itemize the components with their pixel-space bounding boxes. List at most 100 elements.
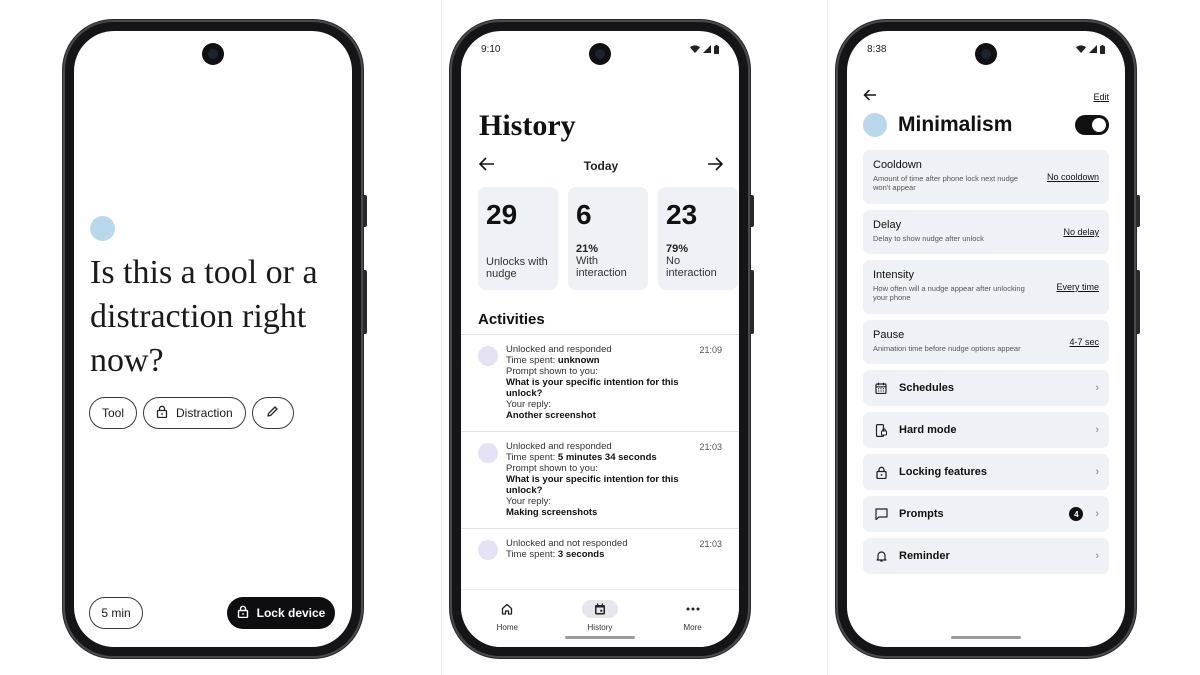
stat-value: 23 <box>666 199 698 230</box>
chat-icon <box>873 508 889 520</box>
setting-value[interactable]: No cooldown <box>1047 172 1099 182</box>
more-dots-icon <box>675 600 711 618</box>
activity-time-spent: Time spent: 3 seconds <box>506 549 723 560</box>
mode-header: Minimalism <box>863 112 1109 138</box>
nav-history[interactable]: History <box>565 600 635 647</box>
setting-intensity[interactable]: Intensity How often will a nudge appear … <box>863 260 1109 314</box>
nudge-question: Is this a tool or a distraction right no… <box>90 254 318 379</box>
stat-value: 6 <box>576 199 592 230</box>
time-spent-label: Time spent: <box>506 452 558 463</box>
setting-pause[interactable]: Pause Animation time before nudge option… <box>863 320 1109 364</box>
arrow-left-icon[interactable] <box>478 156 495 176</box>
menu-label: Reminder <box>899 550 950 562</box>
count-badge: 4 <box>1069 507 1084 521</box>
reply-label: Your reply: <box>506 496 552 507</box>
activity-status: Unlocked and responded <box>506 344 612 355</box>
menu-schedules[interactable]: Schedules › <box>863 370 1109 406</box>
front-camera <box>589 43 611 65</box>
time-spent-value: unknown <box>557 355 600 366</box>
menu-label: Hard mode <box>899 424 957 436</box>
menu-label: Locking features <box>899 466 988 478</box>
wifi-icon <box>1076 45 1086 53</box>
tool-chip[interactable]: Tool <box>89 397 138 429</box>
time-spent-label: Time spent: <box>506 355 558 366</box>
setting-delay[interactable]: Delay Delay to show nudge after unlock N… <box>863 210 1109 254</box>
setting-name: Cooldown <box>873 159 922 171</box>
phone-nudge-screen: Is this a tool or a distraction right no… <box>63 20 367 658</box>
activity-time: 21:03 <box>699 442 722 452</box>
lock-icon <box>156 405 168 421</box>
stat-label: With interaction <box>576 255 627 279</box>
settings-list: Cooldown Amount of time after phone lock… <box>863 150 1109 574</box>
activity-avatar <box>478 346 498 366</box>
status-icons <box>1076 44 1105 54</box>
calendar-icon <box>581 600 618 618</box>
prompt-label: Prompt shown to you: <box>506 463 598 474</box>
distraction-chip[interactable]: Distraction <box>143 397 246 429</box>
setting-value[interactable]: No delay <box>1063 227 1099 237</box>
activity-item[interactable]: 21:03 Unlocked and not responded Time sp… <box>461 528 739 570</box>
setting-name: Intensity <box>873 269 914 281</box>
setting-cooldown[interactable]: Cooldown Amount of time after phone lock… <box>863 150 1109 204</box>
phone-lock-icon <box>873 423 889 437</box>
activity-avatar <box>478 540 498 560</box>
stat-cards: 29 Unlocks with nudge 6 21% With interac… <box>478 187 738 290</box>
stat-value: 29 <box>486 199 518 230</box>
activity-status: Unlocked and responded <box>506 441 612 452</box>
nav-more[interactable]: More <box>658 600 728 647</box>
prompt-text: What is your specific intention for this… <box>506 474 679 496</box>
front-camera <box>975 43 997 65</box>
activity-list: 21:09 Unlocked and responded Time spent:… <box>461 334 739 570</box>
panel-divider <box>827 0 828 675</box>
duration-button[interactable]: 5 min <box>89 597 143 629</box>
nav-history-label: History <box>587 623 613 632</box>
stat-percent: 79% <box>666 243 689 255</box>
chevron-right-icon: › <box>1095 508 1099 520</box>
chevron-right-icon: › <box>1095 424 1099 436</box>
time-spent-value: 5 minutes 34 seconds <box>557 452 657 463</box>
edit-link[interactable]: Edit <box>1093 92 1109 102</box>
wifi-icon <box>690 45 700 53</box>
battery-icon <box>714 44 719 54</box>
setting-description: Amount of time after phone lock next nud… <box>873 174 1019 192</box>
menu-prompts[interactable]: Prompts 4 › <box>863 496 1109 532</box>
activity-item[interactable]: 21:03 Unlocked and responded Time spent:… <box>461 431 739 528</box>
setting-value[interactable]: 4-7 sec <box>1069 337 1099 347</box>
screen: 9:10 History Today 29 Unlocks with nudge <box>461 31 739 647</box>
pencil-icon <box>266 405 279 421</box>
stat-label: Unlocks with nudge <box>486 256 548 280</box>
menu-locking-features[interactable]: Locking features › <box>863 454 1109 490</box>
stat-card-with-interaction: 6 21% With interaction <box>568 187 648 290</box>
screen: Is this a tool or a distraction right no… <box>74 31 352 647</box>
duration-label: 5 min <box>101 606 131 620</box>
back-arrow-icon[interactable] <box>863 88 877 106</box>
setting-value[interactable]: Every time <box>1056 282 1099 292</box>
lock-device-button[interactable]: Lock device <box>227 597 335 629</box>
date-label: Today <box>583 159 619 173</box>
distraction-chip-label: Distraction <box>176 406 233 420</box>
battery-icon <box>1100 44 1105 54</box>
prompt-text: What is your specific intention for this… <box>506 377 679 399</box>
menu-reminder[interactable]: Reminder › <box>863 538 1109 574</box>
nav-home-label: Home <box>496 623 518 632</box>
activity-time: 21:03 <box>699 539 722 549</box>
home-indicator[interactable] <box>951 636 1021 639</box>
nav-home[interactable]: Home <box>472 600 542 647</box>
panel-divider <box>441 0 442 675</box>
activity-item[interactable]: 21:09 Unlocked and responded Time spent:… <box>461 334 739 431</box>
mode-title: Minimalism <box>898 113 1013 136</box>
phone-settings-screen: 8:38 Edit Minimalism Cooldown Amount of … <box>836 20 1140 658</box>
status-time: 9:10 <box>481 43 501 55</box>
stat-percent: 21% <box>576 243 599 255</box>
choice-chips: Tool Distraction <box>89 397 294 429</box>
menu-label: Prompts <box>899 508 944 520</box>
status-icons <box>690 44 719 54</box>
home-indicator[interactable] <box>565 636 635 639</box>
edit-chip[interactable] <box>251 397 294 429</box>
mode-toggle[interactable] <box>1075 115 1109 135</box>
bell-icon <box>873 550 889 562</box>
arrow-right-icon[interactable] <box>707 156 724 176</box>
activity-time: 21:09 <box>699 345 722 355</box>
stat-label: No interaction <box>666 255 717 279</box>
menu-hard-mode[interactable]: Hard mode › <box>863 412 1109 448</box>
